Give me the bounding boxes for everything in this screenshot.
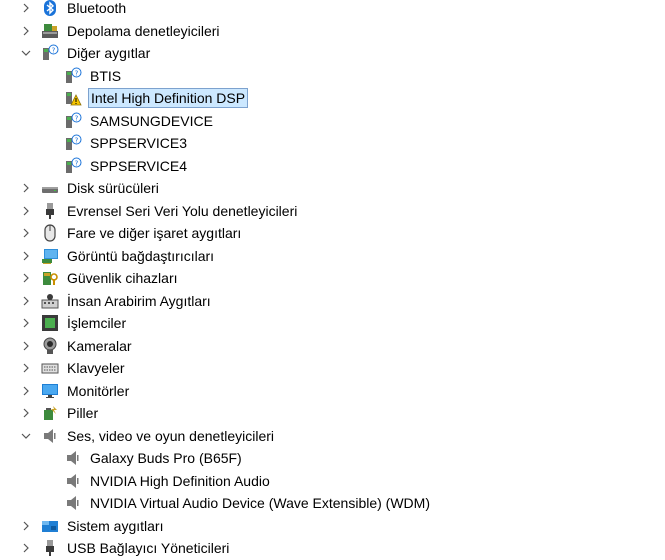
unknown-device-icon: ?	[64, 112, 82, 130]
tree-item-processors[interactable]: İşlemciler	[0, 312, 665, 335]
tree-item-display-adapters[interactable]: Görüntü bağdaştırıcıları	[0, 245, 665, 268]
chevron-down-icon[interactable]	[20, 430, 32, 442]
usb-icon	[41, 202, 59, 220]
tree-item-sppservice3[interactable]: ? SPPSERVICE3	[0, 132, 665, 155]
tree-item-label: Görüntü bağdaştırıcıları	[67, 247, 215, 264]
chevron-right-icon[interactable]	[20, 542, 32, 554]
bluetooth-icon	[41, 0, 59, 17]
tree-item-system-devices[interactable]: Sistem aygıtları	[0, 515, 665, 538]
tree-item-label: Intel High Definition DSP	[88, 88, 249, 108]
svg-text:?: ?	[75, 69, 79, 77]
chevron-right-icon[interactable]	[20, 250, 32, 262]
tree-item-label: Sistem aygıtları	[67, 517, 164, 534]
tree-item-label: SAMSUNGDEVICE	[90, 112, 213, 129]
security-device-icon	[41, 269, 59, 287]
tree-item-label: SPPSERVICE4	[90, 157, 188, 174]
device-tree: Bluetooth Depolama denetleyicileri ? Diğ…	[0, 0, 665, 560]
chevron-right-icon[interactable]	[20, 520, 32, 532]
tree-item-intel-hd-dsp[interactable]: Intel High Definition DSP	[0, 87, 665, 110]
processor-icon	[41, 314, 59, 332]
unknown-device-icon: ?	[41, 44, 59, 62]
tree-item-human-interface-devices[interactable]: İnsan Arabirim Aygıtları	[0, 290, 665, 313]
chevron-right-icon[interactable]	[20, 272, 32, 284]
tree-item-label: İşlemciler	[67, 315, 127, 331]
tree-item-monitors[interactable]: Monitörler	[0, 380, 665, 403]
hid-icon	[41, 292, 59, 310]
tree-item-label: BTIS	[90, 67, 122, 84]
tree-item-other-devices[interactable]: ? Diğer aygıtlar	[0, 42, 665, 65]
tree-item-sound-video-game-controllers[interactable]: Ses, video ve oyun denetleyicileri	[0, 425, 665, 448]
svg-text:?: ?	[75, 114, 79, 122]
chevron-right-icon[interactable]	[20, 25, 32, 37]
tree-item-nvidia-hd-audio[interactable]: NVIDIA High Definition Audio	[0, 470, 665, 493]
chevron-right-icon[interactable]	[20, 295, 32, 307]
tree-item-label: Bluetooth	[67, 0, 127, 16]
disk-drive-icon	[41, 179, 59, 197]
tree-item-galaxy-buds-pro[interactable]: Galaxy Buds Pro (B65F)	[0, 447, 665, 470]
monitor-icon	[41, 382, 59, 400]
speaker-icon	[41, 427, 59, 445]
svg-text:?: ?	[75, 159, 79, 167]
unknown-device-icon: ?	[64, 134, 82, 152]
warning-device-icon	[64, 89, 82, 107]
chevron-right-icon[interactable]	[20, 317, 32, 329]
tree-item-label: Monitörler	[67, 382, 130, 399]
tree-item-label: Ses, video ve oyun denetleyicileri	[67, 427, 275, 444]
tree-item-storage-controllers[interactable]: Depolama denetleyicileri	[0, 20, 665, 43]
chevron-right-icon[interactable]	[20, 407, 32, 419]
speaker-icon	[64, 472, 82, 490]
chevron-right-icon[interactable]	[20, 2, 32, 14]
chevron-right-icon[interactable]	[20, 182, 32, 194]
storage-controller-icon	[41, 22, 59, 40]
tree-item-label: Evrensel Seri Veri Yolu denetleyicileri	[67, 202, 298, 219]
chevron-right-icon[interactable]	[20, 227, 32, 239]
tree-item-cameras[interactable]: Kameralar	[0, 335, 665, 358]
tree-item-label: Klavyeler	[67, 360, 125, 376]
tree-item-label: Fare ve diğer işaret aygıtları	[67, 225, 242, 241]
tree-item-security-devices[interactable]: Güvenlik cihazları	[0, 267, 665, 290]
tree-item-label: USB Bağlayıcı Yöneticileri	[67, 540, 230, 556]
tree-item-sppservice4[interactable]: ? SPPSERVICE4	[0, 155, 665, 178]
tree-item-mice[interactable]: Fare ve diğer işaret aygıtları	[0, 222, 665, 245]
display-adapter-icon	[41, 247, 59, 265]
speaker-icon	[64, 494, 82, 512]
tree-item-label: Güvenlik cihazları	[67, 270, 178, 286]
tree-item-label: İnsan Arabirim Aygıtları	[67, 292, 211, 309]
tree-item-label: SPPSERVICE3	[90, 135, 188, 151]
camera-icon	[41, 337, 59, 355]
chevron-right-icon[interactable]	[20, 385, 32, 397]
tree-item-label: NVIDIA High Definition Audio	[90, 472, 270, 489]
usb-connector-icon	[41, 539, 59, 557]
tree-item-batteries[interactable]: Piller	[0, 402, 665, 425]
battery-icon	[41, 404, 59, 422]
svg-text:?: ?	[75, 136, 79, 144]
tree-item-label: NVIDIA Virtual Audio Device (Wave Extens…	[90, 495, 430, 511]
unknown-device-icon: ?	[64, 157, 82, 175]
chevron-right-icon[interactable]	[20, 205, 32, 217]
tree-item-samsungdevice[interactable]: ? SAMSUNGDEVICE	[0, 110, 665, 133]
tree-item-disk-drives[interactable]: Disk sürücüleri	[0, 177, 665, 200]
chevron-right-icon[interactable]	[20, 362, 32, 374]
tree-item-label: Galaxy Buds Pro (B65F)	[90, 450, 242, 466]
speaker-icon	[64, 449, 82, 467]
tree-item-keyboards[interactable]: Klavyeler	[0, 357, 665, 380]
tree-item-btis[interactable]: ? BTIS	[0, 65, 665, 88]
unknown-device-icon: ?	[64, 67, 82, 85]
tree-item-label: Depolama denetleyicileri	[67, 22, 220, 39]
tree-item-nvidia-virtual-audio[interactable]: NVIDIA Virtual Audio Device (Wave Extens…	[0, 492, 665, 515]
keyboard-icon	[41, 359, 59, 377]
tree-item-usb-connector-managers[interactable]: USB Bağlayıcı Yöneticileri	[0, 537, 665, 560]
chevron-down-icon[interactable]	[20, 47, 32, 59]
tree-item-label: Disk sürücüleri	[67, 180, 159, 196]
tree-item-label: Kameralar	[67, 337, 132, 354]
system-device-icon	[41, 517, 59, 535]
tree-item-bluetooth[interactable]: Bluetooth	[0, 0, 665, 20]
tree-item-label: Piller	[67, 405, 99, 421]
mouse-icon	[41, 224, 59, 242]
tree-item-usb-controllers[interactable]: Evrensel Seri Veri Yolu denetleyicileri	[0, 200, 665, 223]
chevron-right-icon[interactable]	[20, 340, 32, 352]
svg-text:?: ?	[52, 46, 56, 54]
tree-item-label: Diğer aygıtlar	[67, 45, 151, 61]
